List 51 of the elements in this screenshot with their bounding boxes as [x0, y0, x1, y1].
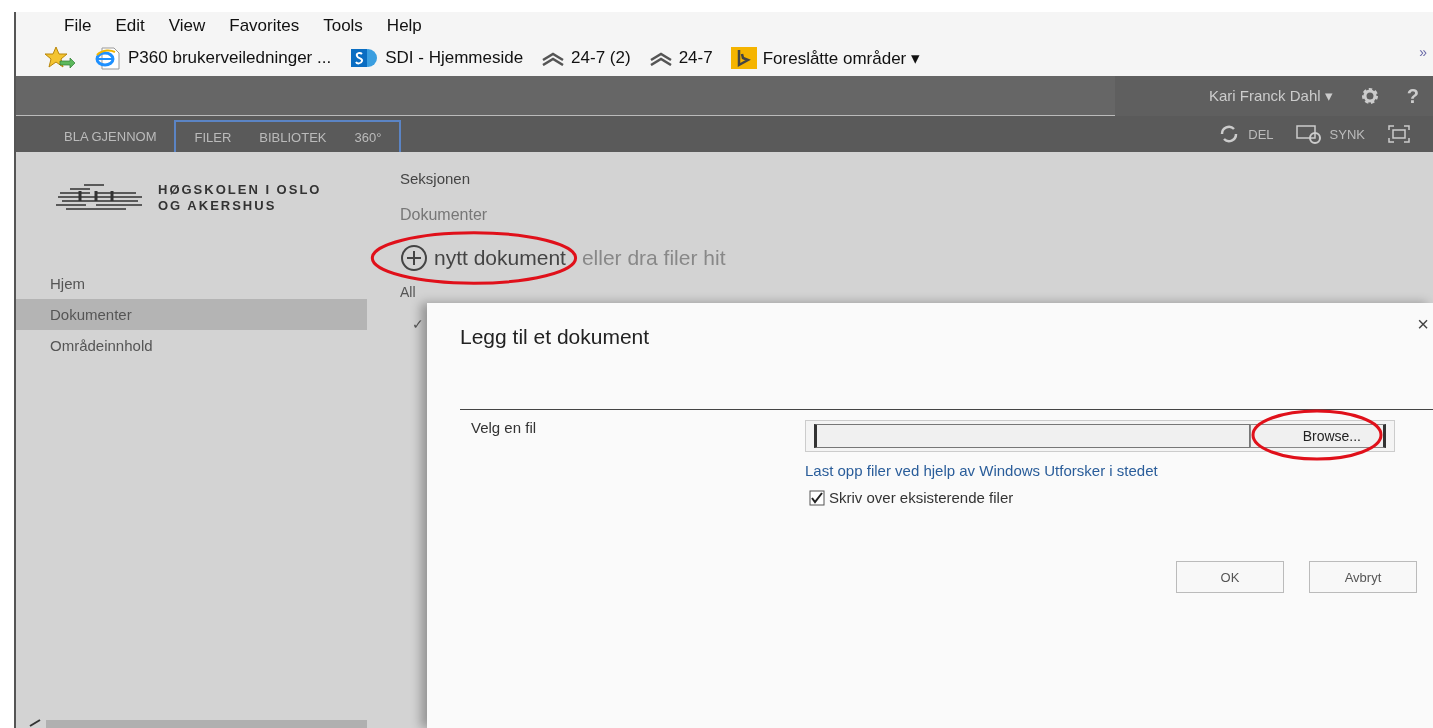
- view-label[interactable]: All: [400, 284, 416, 300]
- browse-button[interactable]: Browse...: [1250, 424, 1386, 448]
- double-chevron-icon: [541, 50, 566, 66]
- ribbon-tab[interactable]: BLA GJENNOM: [50, 128, 171, 144]
- menu-item[interactable]: Tools: [311, 16, 375, 36]
- double-chevron-icon: [648, 50, 673, 66]
- new-document-link[interactable]: nytt dokument: [434, 246, 566, 270]
- drag-hint: eller dra filer hit: [581, 246, 726, 270]
- menu-item[interactable]: Edit: [103, 16, 157, 36]
- menu-item[interactable]: Help: [374, 16, 434, 36]
- checkbox-label: Skriv over eksisterende filer: [829, 489, 1014, 506]
- overflow-chevron[interactable]: »: [1419, 44, 1427, 60]
- favorite-link[interactable]: Foreslåtte områder ▾: [762, 47, 920, 69]
- help-button[interactable]: ?: [1406, 84, 1419, 108]
- ribbon-action[interactable]: DEL: [1248, 126, 1274, 142]
- logo-icon: [56, 183, 144, 213]
- add-circle-icon[interactable]: [400, 244, 428, 272]
- nav-item[interactable]: Dokumenter: [16, 299, 367, 330]
- favorite-link[interactable]: 24-7: [678, 48, 713, 68]
- checkbox[interactable]: [809, 489, 825, 506]
- sync-monitor-icon: [1295, 124, 1322, 144]
- sharepoint-icon: [349, 46, 380, 70]
- field-label: Velg en fil: [471, 419, 537, 436]
- user-menu[interactable]: Kari Franck Dahl ▾: [1208, 87, 1333, 105]
- ribbon-tab[interactable]: BIBLIOTEK: [245, 129, 341, 145]
- nav-item[interactable]: Områdeinnhold: [16, 330, 367, 361]
- explorer-link[interactable]: Last opp filer ved hjelp av Windows Utforsker i stedet: [805, 462, 1158, 479]
- favorite-link[interactable]: SDI - Hjemmeside: [385, 48, 524, 68]
- menu-item[interactable]: View: [156, 16, 218, 36]
- star-add-icon[interactable]: [44, 46, 76, 70]
- menu-item[interactable]: File: [52, 16, 104, 36]
- ribbon-action[interactable]: SYNK: [1329, 126, 1365, 142]
- check-mark: ✓: [412, 316, 424, 332]
- focus-icon[interactable]: [1387, 124, 1411, 144]
- b-logo-icon: [730, 47, 757, 69]
- logo-text: HØGSKOLEN I OSLO: [158, 182, 322, 198]
- dialog-title: Legg til et dokument: [460, 325, 650, 349]
- breadcrumb-link[interactable]: Seksjonen: [400, 170, 471, 187]
- page-icon: [94, 46, 122, 70]
- logo-text: OG AKERSHUS: [158, 198, 278, 214]
- menu-item[interactable]: Favorites: [217, 16, 312, 36]
- ribbon-tab[interactable]: 360°: [340, 129, 396, 145]
- favorite-link[interactable]: 24-7 (2): [571, 48, 631, 68]
- file-field[interactable]: Browse...: [805, 420, 1395, 452]
- dialog-button[interactable]: OK: [1176, 561, 1284, 593]
- favorite-link[interactable]: P360 brukerveiledninger ...: [128, 48, 332, 68]
- close-button[interactable]: ×: [1417, 313, 1429, 336]
- nav-item[interactable]: Hjem: [16, 268, 367, 299]
- ribbon-tab[interactable]: FILER: [180, 129, 246, 145]
- dialog-button[interactable]: Avbryt: [1309, 561, 1417, 593]
- page-title: Dokumenter: [400, 206, 489, 224]
